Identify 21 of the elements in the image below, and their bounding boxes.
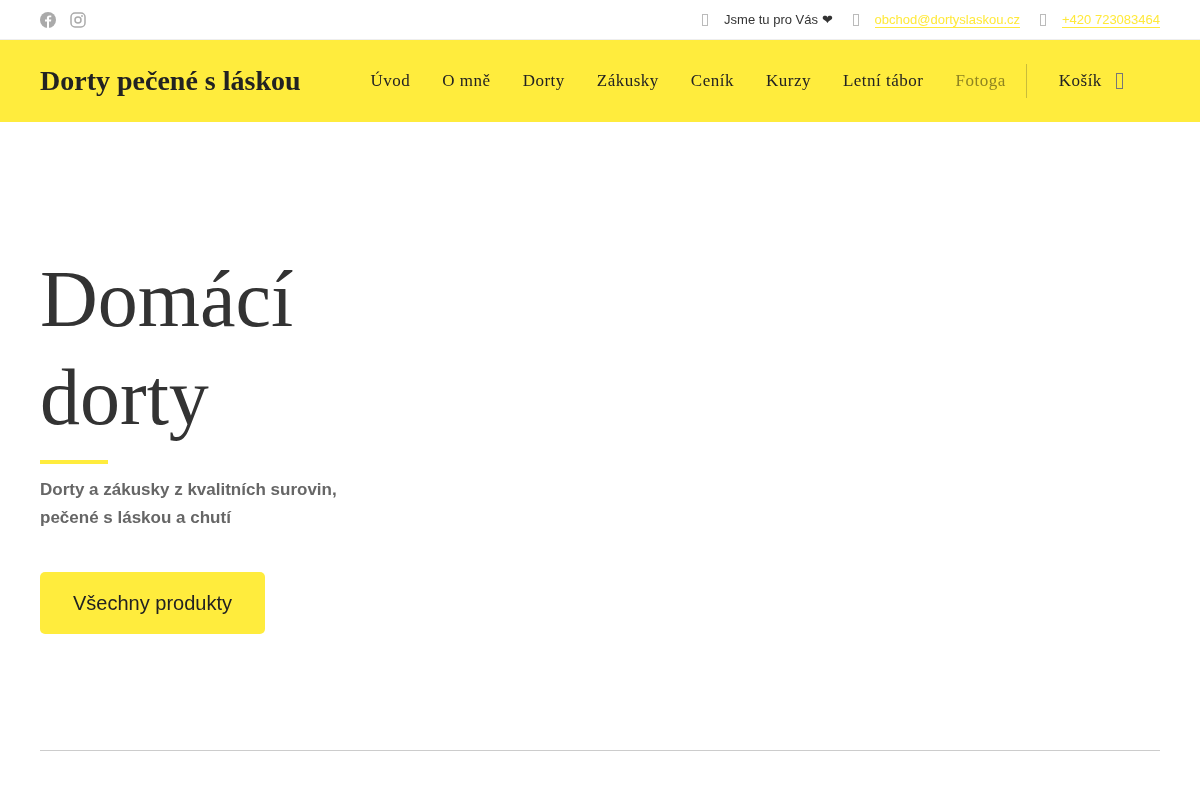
hero-subtitle: pečené s láskou a chutí bbox=[40, 507, 233, 529]
nav-link[interactable]: Kurzy bbox=[765, 71, 811, 91]
glyph-icon bbox=[852, 13, 859, 26]
glyph-icon bbox=[1040, 13, 1047, 26]
cart-icon[interactable] bbox=[1115, 73, 1123, 89]
site-logo[interactable]: Dorty pečené s láskou bbox=[40, 65, 301, 97]
cart-link[interactable]: Košík bbox=[1058, 71, 1102, 91]
hero-subtitle: Dorty a zákusky z kvalitních surovin, bbox=[40, 479, 338, 501]
instagram-icon[interactable] bbox=[70, 11, 86, 28]
glyph-icon bbox=[702, 13, 709, 26]
nav-link[interactable]: Zákusky bbox=[596, 71, 659, 91]
hero-title: Domácí bbox=[40, 254, 295, 345]
nav-link[interactable]: Letní tábor bbox=[842, 71, 924, 91]
contact-text: Jsme tu pro Vás ❤ bbox=[724, 12, 833, 27]
facebook-icon[interactable] bbox=[40, 11, 56, 28]
hero-title: dorty bbox=[40, 352, 210, 443]
all-products-button[interactable]: Všechny produkty bbox=[40, 572, 265, 634]
nav-link[interactable]: Dorty bbox=[522, 71, 565, 91]
nav-link[interactable]: O mně bbox=[442, 71, 491, 91]
nav-link[interactable]: Úvod bbox=[370, 71, 411, 91]
nav-link[interactable]: Ceník bbox=[690, 71, 734, 91]
